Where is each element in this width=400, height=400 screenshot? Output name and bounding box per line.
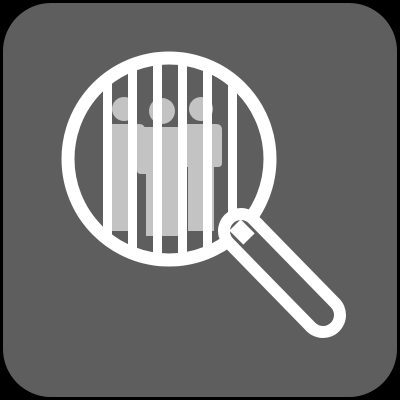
- inmate-search-app-icon[interactable]: [3, 3, 397, 397]
- inmate-search-icon: [3, 3, 397, 397]
